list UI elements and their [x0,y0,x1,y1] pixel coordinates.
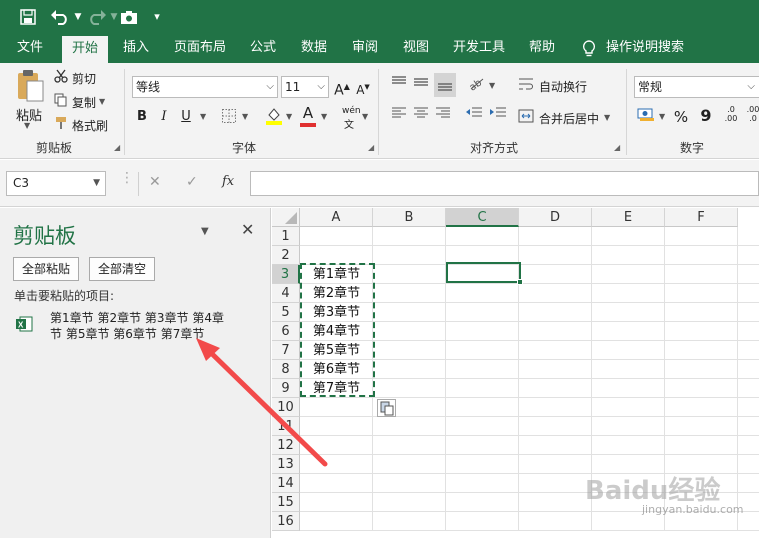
annotation-arrow [196,338,328,467]
watermark-brand: Baidu经验 [585,476,721,506]
watermark-url: jingyan.baidu.com [642,503,744,516]
